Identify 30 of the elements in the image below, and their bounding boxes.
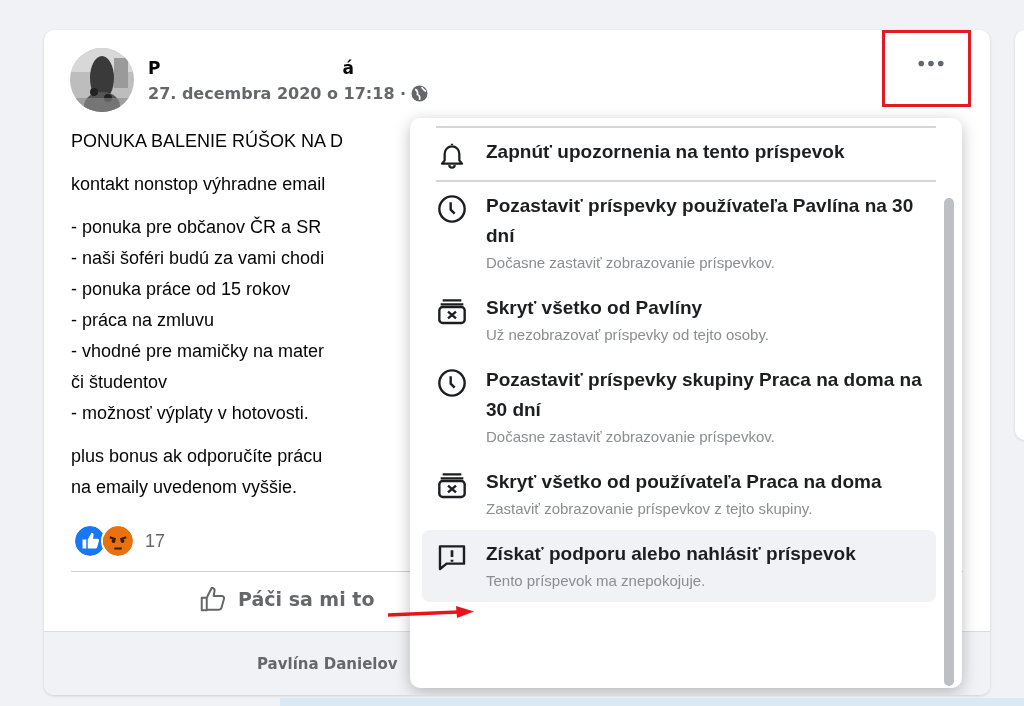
like-button[interactable]: Páči sa mi to — [194, 576, 379, 622]
post-time[interactable]: 27. decembra 2020 o 17:18 · — [148, 83, 407, 103]
reaction-count[interactable]: 17 — [145, 530, 166, 552]
post-text: či študentov — [71, 371, 168, 394]
menu-item[interactable]: Skryť všetko od Pavlíny Už nezobrazovať príspevky od tejto osoby. — [422, 284, 936, 356]
post-text: - ponuka pre občanov ČR a SR — [71, 215, 322, 239]
post-text: - vhodné pre mamičky na mater — [71, 340, 325, 363]
post-text: - ponuka práce od 15 rokov — [71, 278, 291, 301]
menu-item[interactable]: Zapnúť upozornenia na tento príspevok — [422, 128, 936, 180]
post-text: na emaily uvedenom vyššie. — [71, 476, 298, 499]
post-text: - práca na zmluvu — [71, 309, 215, 332]
post-text: PONUKA BALENIE RÚŠOK NA D — [71, 129, 344, 153]
thumbs-up-icon — [198, 584, 228, 614]
author-name[interactable]: á — [342, 57, 354, 78]
author-name[interactable]: P — [148, 57, 161, 78]
menu-item[interactable]: Pozastaviť príspevky používateľa Pavlína na 30 dní Dočasne zastaviť zobrazovanie príspevkov. — [422, 182, 936, 284]
scrollbar[interactable] — [944, 198, 954, 686]
clock-icon — [436, 193, 468, 225]
post-text: - naši šoféri budú za vami chodi — [71, 247, 325, 270]
commenter-name[interactable]: Pavlína Danielov — [257, 654, 398, 673]
clock-icon — [436, 367, 468, 399]
more-icon — [918, 59, 944, 67]
menu-item[interactable]: Získať podporu alebo nahlásiť príspevok Tento príspevok ma znepokojuje. — [422, 530, 936, 602]
menu-item[interactable]: Skryť všetko od používateľa Praca na doma Zastaviť zobrazovanie príspevkov z tejto skupiny. — [422, 458, 936, 530]
globe-icon — [411, 84, 429, 102]
menu-item[interactable]: Pozastaviť príspevky skupiny Praca na doma na 30 dní Dočasne zastaviť zobrazovanie príspevkov. — [422, 356, 936, 458]
post-text: - možnosť výplaty v hotovosti. — [71, 402, 309, 425]
post-text: kontakt nonstop výhradne email — [71, 173, 326, 196]
post-text: plus bonus ak odporučíte prácu — [71, 445, 323, 468]
angry-reaction-icon — [101, 524, 135, 558]
